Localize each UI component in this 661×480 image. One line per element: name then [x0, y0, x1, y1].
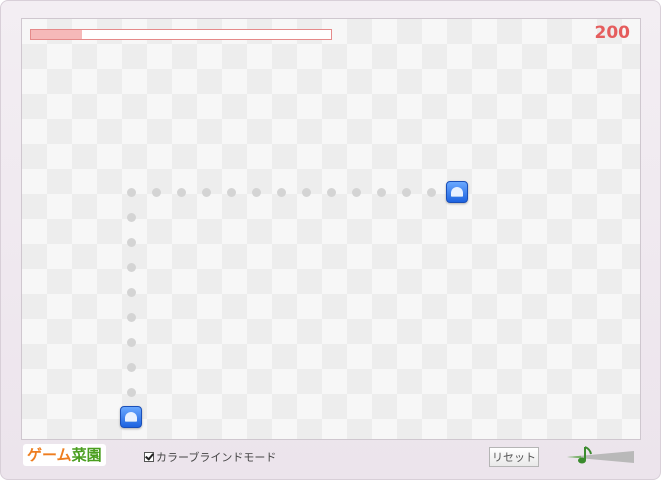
timer-bar: [30, 29, 332, 40]
score-display: 200: [594, 23, 631, 43]
blue-dome-tile-icon: [451, 187, 463, 197]
colorblind-toggle[interactable]: カラーブラインドモード: [144, 449, 276, 465]
path-dot: [152, 188, 161, 197]
tile-blue-bottom[interactable]: [120, 406, 142, 428]
colorblind-label: カラーブラインドモード: [156, 451, 277, 464]
blue-dome-tile-icon: [125, 412, 137, 422]
path-dot: [127, 363, 136, 372]
path-dot: [127, 388, 136, 397]
logo-text-saien: 菜園: [71, 446, 102, 464]
tile-blue-top[interactable]: [446, 181, 468, 203]
path-dot: [352, 188, 361, 197]
sound-control[interactable]: [567, 444, 635, 466]
path-dot: [127, 263, 136, 272]
path-dot: [377, 188, 386, 197]
path-dot: [327, 188, 336, 197]
path-dot: [127, 188, 136, 197]
music-note-icon: [567, 446, 634, 464]
path-dot: [127, 213, 136, 222]
game-saien-logo[interactable]: ゲーム菜園: [23, 444, 106, 466]
path-dot: [227, 188, 236, 197]
path-dot: [202, 188, 211, 197]
path-dot: [277, 188, 286, 197]
game-board[interactable]: 200: [21, 18, 641, 440]
path-dot: [252, 188, 261, 197]
path-dot: [177, 188, 186, 197]
logo-text-game: ゲーム: [27, 446, 72, 464]
path-dot: [127, 288, 136, 297]
path-dot: [127, 338, 136, 347]
timer-fill: [31, 30, 82, 39]
reset-button[interactable]: リセット: [489, 447, 539, 467]
path-dot: [402, 188, 411, 197]
path-dot: [127, 238, 136, 247]
path-dot: [127, 313, 136, 322]
path-dot: [427, 188, 436, 197]
colorblind-checkbox[interactable]: [144, 452, 154, 462]
path-dot: [302, 188, 311, 197]
